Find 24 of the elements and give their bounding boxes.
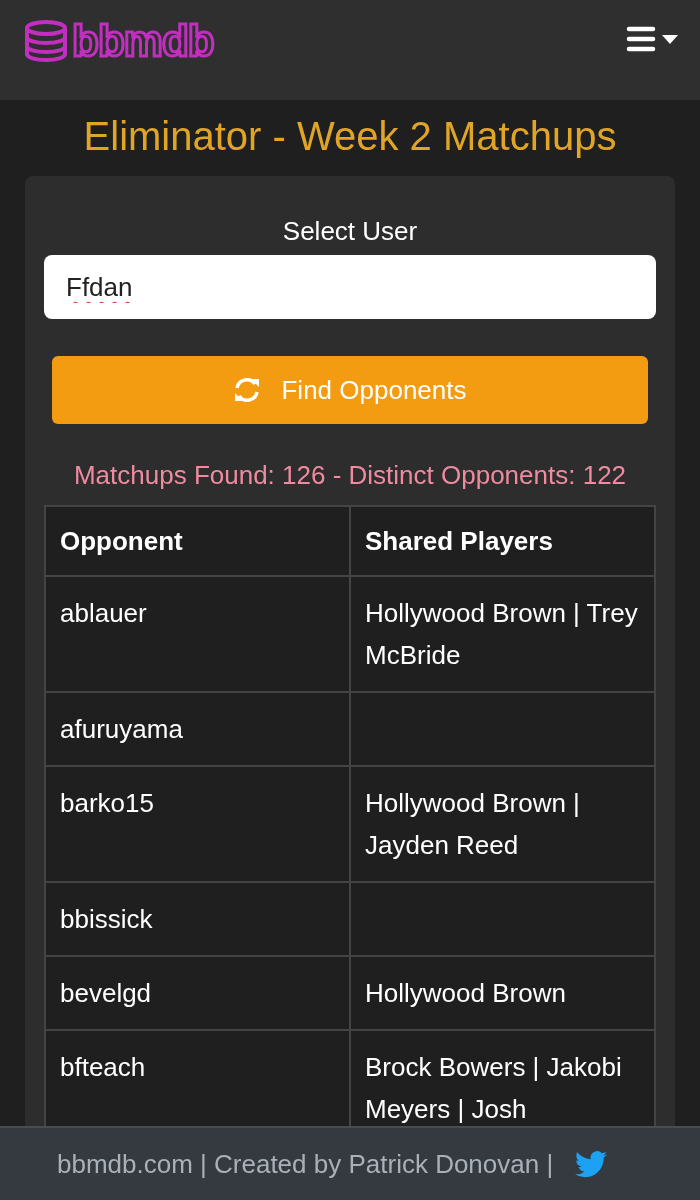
refresh-icon [233,377,262,403]
table-cell: ablauer [45,576,350,692]
page-title: Eliminator - Week 2 Matchups [82,113,618,160]
caret-icon [662,34,678,44]
table-cell: Hollywood Brown [350,956,655,1030]
bird-icon[interactable] [575,1150,608,1178]
table-cell: Hollywood Brown | Jayden Reed [350,766,655,882]
table-cell: Brock Bowers | Jakobi Meyers | Josh [350,1030,655,1126]
summary-text: Matchups Found: 126 - Distinct Opponents: 122 [72,460,628,491]
column-header: Opponent [45,506,350,576]
table-cell: barko15 [45,766,350,882]
menu-icon [626,26,656,52]
footer-text: bbmdb.com | Created by Patrick Donovan | [57,1148,554,1180]
user-input-field[interactable]: Ffdan [44,255,656,319]
database-icon [24,20,68,62]
table-cell: bevelgd [45,956,350,1030]
column-header: Shared Players [350,506,655,576]
table-cell: afuruyama [45,692,350,766]
table-cell: bbissick [45,882,350,956]
logo-text[interactable]: bbmdb [72,16,214,66]
table-cell: bfteach [45,1030,350,1126]
table-cell: Hollywood Brown | Trey McBride [350,576,655,692]
field-label: Select User [281,216,419,247]
find-opponents-button[interactable]: Find Opponents [52,356,648,424]
